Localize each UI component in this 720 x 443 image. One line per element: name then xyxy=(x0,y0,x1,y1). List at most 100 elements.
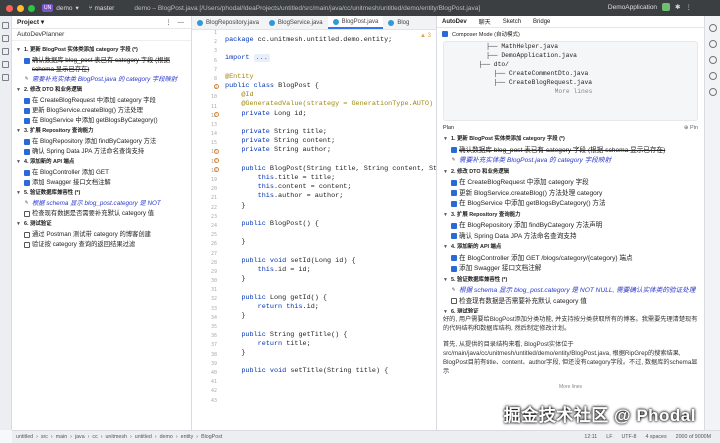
expand-icon[interactable]: ▼ xyxy=(443,168,449,178)
notifications-icon[interactable] xyxy=(708,24,717,32)
autodev-tab[interactable]: Bridge xyxy=(533,19,550,25)
field-icon[interactable] xyxy=(214,167,219,172)
step-checkbox[interactable] xyxy=(24,57,30,64)
expand-icon[interactable]: ▼ xyxy=(443,135,449,145)
more-lines-toggle[interactable]: More lines xyxy=(443,383,698,392)
breadcrumb-item[interactable]: BlogPost xyxy=(201,434,222,440)
step-checkbox[interactable] xyxy=(24,97,30,104)
expand-icon[interactable]: ▼ xyxy=(16,46,22,55)
breadcrumb-item[interactable]: java xyxy=(75,434,85,440)
autodev-icon[interactable] xyxy=(708,56,717,64)
window-controls[interactable] xyxy=(0,4,40,12)
commit-tool-icon[interactable] xyxy=(2,35,9,42)
breadcrumb[interactable]: untitled › src › main › java › cc › unitmesh › untit… xyxy=(16,434,225,440)
editor-tab[interactable]: Blog xyxy=(383,16,414,29)
step-checkbox[interactable] xyxy=(451,265,457,272)
composer-checkbox[interactable] xyxy=(442,30,448,37)
plan-note[interactable]: ✎ 需要补充实体类 BlogPost.java 的 category 字段映射 xyxy=(16,75,187,84)
step-checkbox[interactable] xyxy=(24,107,30,114)
field-icon[interactable] xyxy=(214,149,219,154)
field-icon[interactable] xyxy=(214,112,219,117)
plan-step[interactable]: 通过 Postman 测试带 category 的博客创建 xyxy=(16,230,187,239)
expand-icon[interactable]: ▼ xyxy=(16,220,22,229)
gradle-icon[interactable] xyxy=(708,72,717,80)
editor-tab[interactable]: BlogRepository.java xyxy=(192,16,264,29)
status-item[interactable]: 2000 of 9000M xyxy=(676,434,711,440)
plan-step[interactable]: 添加 Swagger 接口文档注解 xyxy=(443,264,698,274)
editor-tab[interactable]: BlogService.java xyxy=(264,16,328,29)
step-checkbox[interactable] xyxy=(24,117,30,124)
plan-step[interactable]: 在 CreateBlogRequest 中添加 category 字段 xyxy=(443,178,698,188)
status-item[interactable]: 4 spaces xyxy=(645,434,666,440)
composer-mode[interactable]: Composer Mode (自动模式) xyxy=(437,28,704,39)
plan-step[interactable]: 添加 Swagger 接口文档注解 xyxy=(16,178,187,187)
expand-icon[interactable]: ▼ xyxy=(16,127,22,136)
plan-note[interactable]: ✎ 需要补充实体类 BlogPost.java 的 category 字段映射 xyxy=(443,156,698,166)
step-checkbox[interactable] xyxy=(451,233,457,239)
branch-switcher[interactable]: ⑂ master xyxy=(89,5,115,12)
ai-assistant-icon[interactable] xyxy=(708,88,717,96)
step-checkbox[interactable] xyxy=(24,210,30,217)
step-checkbox[interactable] xyxy=(451,255,457,261)
code-editor[interactable]: BlogRepository.java BlogService.java BlogP… xyxy=(192,16,437,430)
plan-step[interactable]: 确认 Spring Data JPA 方法命名查询支持 xyxy=(443,232,698,242)
autodev-tab[interactable]: AutoDev xyxy=(442,19,467,25)
plan-step[interactable]: 验证按 category 查询的返回结果过滤 xyxy=(16,240,187,249)
database-icon[interactable] xyxy=(708,40,717,48)
project-switcher[interactable]: UN demo ▾ xyxy=(42,4,79,12)
minimize-window-button[interactable] xyxy=(17,4,24,12)
expand-icon[interactable]: ▼ xyxy=(443,308,449,313)
maximize-window-button[interactable] xyxy=(28,4,35,12)
step-checkbox[interactable] xyxy=(24,169,30,176)
step-checkbox[interactable] xyxy=(451,179,457,186)
autodev-tab[interactable]: Sketch xyxy=(503,19,521,25)
breadcrumb-item[interactable]: untitled xyxy=(135,434,152,440)
plan-step[interactable]: 在 BlogController 添加 GET /blogs/category/… xyxy=(443,254,698,264)
step-checkbox[interactable] xyxy=(451,147,457,153)
breadcrumb-item[interactable]: main xyxy=(56,434,67,440)
more-lines-toggle[interactable]: More lines xyxy=(444,87,697,96)
expand-icon[interactable]: ▼ xyxy=(16,189,22,198)
step-checkbox[interactable] xyxy=(24,241,30,248)
plan-step[interactable]: 更新 BlogService.createBlog() 方法处理 xyxy=(16,106,187,115)
status-item[interactable]: LF xyxy=(606,434,612,440)
more-icon[interactable]: ⋮ xyxy=(686,3,693,11)
expand-icon[interactable]: ▼ xyxy=(443,276,449,286)
structure-tool-icon[interactable] xyxy=(2,48,9,55)
plan-step[interactable]: 在 BlogService 中添加 getBlogsByCategory() 方… xyxy=(443,199,698,209)
expand-icon[interactable]: ▼ xyxy=(443,243,449,253)
plugins-tool-icon[interactable] xyxy=(2,61,9,68)
step-checkbox[interactable] xyxy=(24,231,30,238)
field-icon[interactable] xyxy=(214,158,219,163)
run-toolbar[interactable]: DemoApplication ✱ ⋮ xyxy=(608,3,692,11)
plan-step[interactable]: 检查现有数据是否需要补充默认 category 值 xyxy=(16,209,187,218)
expand-icon[interactable]: ▼ xyxy=(16,86,22,95)
breadcrumb-item[interactable]: demo xyxy=(160,434,173,440)
step-checkbox[interactable] xyxy=(451,298,457,304)
plan-step[interactable]: 在 CreateBlogRequest 中添加 category 字段 xyxy=(16,96,187,105)
project-tool-icon[interactable] xyxy=(2,22,9,29)
run-config-selector[interactable]: DemoApplication xyxy=(608,4,657,11)
status-items[interactable]: 12:11 LF UTF-8 4 spaces 2000 of 9000M xyxy=(584,434,720,440)
step-checkbox[interactable] xyxy=(451,200,457,207)
code-content[interactable]: package cc.unitmesh.untitled.demo.entity… xyxy=(225,36,436,377)
breadcrumb-item[interactable]: src xyxy=(41,434,48,440)
bean-icon[interactable] xyxy=(214,84,219,89)
breadcrumb-item[interactable]: unitmesh xyxy=(105,434,127,440)
status-item[interactable]: 12:11 xyxy=(584,434,597,440)
plan-step[interactable]: 确认数据库 blog_post 表已有 category 字段 (根据 sche… xyxy=(443,146,698,156)
step-checkbox[interactable] xyxy=(24,179,30,186)
expand-icon[interactable]: ▼ xyxy=(16,158,22,167)
plan-step[interactable]: 在 BlogService 中添加 getBlogsByCategory() xyxy=(16,116,187,125)
plan-step[interactable]: 确认数据库 blog_post 表已有 category 字段 (根据 sche… xyxy=(16,56,187,74)
expand-icon[interactable]: ▼ xyxy=(443,211,449,221)
breadcrumb-item[interactable]: entity xyxy=(181,434,194,440)
step-checkbox[interactable] xyxy=(24,148,30,155)
breadcrumb-item[interactable]: untitled xyxy=(16,434,33,440)
plan-note[interactable]: ✎ 根据 schema 显示 blog_post.category 是 NOT xyxy=(16,199,187,208)
step-checkbox[interactable] xyxy=(24,138,30,145)
plan-step[interactable]: 更新 BlogService.createBlog() 方法处理 categor… xyxy=(443,189,698,199)
run-icon[interactable] xyxy=(662,3,671,11)
panel-title[interactable]: Project xyxy=(17,19,39,26)
editor-tab[interactable]: BlogPost.java xyxy=(327,16,384,29)
